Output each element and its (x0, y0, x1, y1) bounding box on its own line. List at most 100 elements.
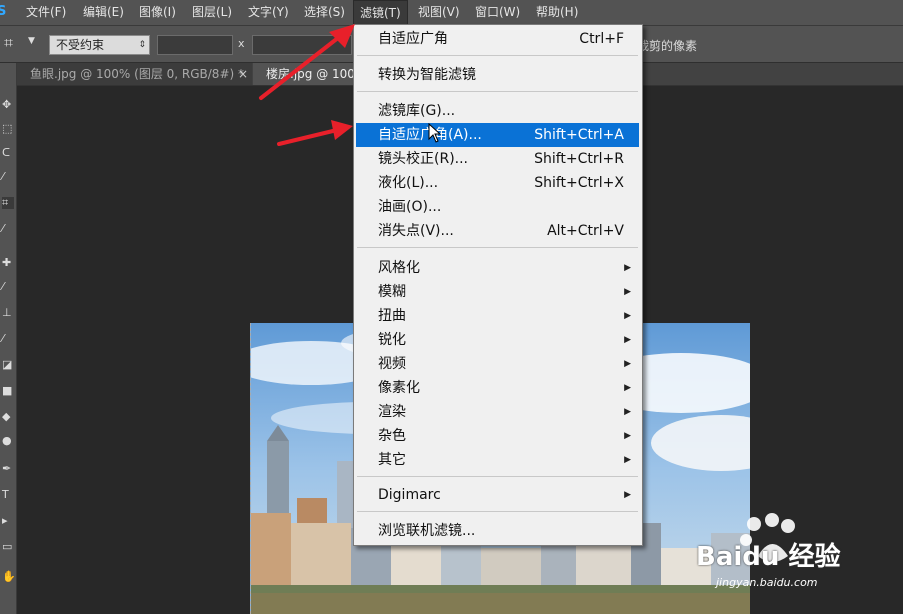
menu-edit[interactable]: 编辑(E) (83, 0, 124, 25)
menu-image[interactable]: 图像(I) (139, 0, 176, 25)
menu-item-label: 模糊 (378, 284, 406, 300)
menu-item-pixelate[interactable]: 像素化 ▶ (356, 376, 639, 400)
menu-item-label: 锐化 (378, 332, 406, 348)
menu-bar: S 文件(F) 编辑(E) 图像(I) 图层(L) 文字(Y) 选择(S) 滤镜… (0, 0, 903, 26)
menu-item-lens-correction[interactable]: 镜头校正(R)... Shift+Ctrl+R (356, 147, 639, 171)
menu-item-label: 视频 (378, 356, 406, 372)
menu-item-browse-filters-online[interactable]: 浏览联机滤镜... (356, 519, 639, 543)
menu-item-label: Digimarc (378, 487, 441, 503)
menu-type[interactable]: 文字(Y) (248, 0, 289, 25)
menu-item-label: 风格化 (378, 260, 420, 276)
ratio-value: 不受约束 (56, 38, 105, 52)
dodge-tool-icon[interactable]: ● (2, 435, 14, 447)
stamp-tool-icon[interactable]: ⊥ (2, 307, 14, 319)
submenu-arrow-icon: ▶ (624, 407, 631, 417)
crop-icon[interactable]: ⌗ (4, 34, 22, 52)
menu-item-shortcut: Ctrl+F (579, 31, 624, 47)
menu-item-label: 镜头校正(R)... (378, 151, 469, 167)
quick-select-tool-icon[interactable]: ⁄ (2, 171, 14, 183)
menu-item-video[interactable]: 视频 ▶ (356, 352, 639, 376)
delete-cropped-pixels-label[interactable]: 裁剪的像素 (637, 37, 697, 54)
gradient-tool-icon[interactable]: ■ (2, 385, 14, 397)
menu-window[interactable]: 窗口(W) (475, 0, 520, 25)
tab-fisheye[interactable]: 鱼眼.jpg @ 100% (图层 0, RGB/8#) * × (17, 63, 252, 85)
tab-fisheye-label: 鱼眼.jpg @ 100% (图层 0, RGB/8#) * (30, 67, 244, 81)
menu-layer[interactable]: 图层(L) (192, 0, 232, 25)
menu-item-last-filter[interactable]: 自适应广角 Ctrl+F (356, 27, 639, 51)
ratio-select[interactable]: 不受约束 ⇕ (49, 35, 150, 55)
marquee-tool-icon[interactable]: ⬚ (2, 123, 14, 135)
menu-item-label: 油画(O)... (378, 199, 442, 215)
menu-item-label: 杂色 (378, 428, 406, 444)
brush-tool-icon[interactable]: ⁄ (2, 281, 14, 293)
submenu-arrow-icon: ▶ (624, 263, 631, 273)
submenu-arrow-icon: ▶ (624, 287, 631, 297)
menu-item-other[interactable]: 其它 ▶ (356, 448, 639, 472)
menu-item-shortcut: Shift+Ctrl+R (534, 151, 624, 167)
baidu-jingyan-watermark: Baidu 经验 jingyan.baidu.com (692, 510, 897, 610)
menu-view[interactable]: 视图(V) (418, 0, 460, 25)
menu-file[interactable]: 文件(F) (26, 0, 66, 25)
menu-item-label: 自适应广角(A)... (378, 127, 482, 143)
healing-tool-icon[interactable]: ✚ (2, 257, 14, 269)
shape-tool-icon[interactable]: ▭ (2, 541, 14, 553)
menu-item-blur[interactable]: 模糊 ▶ (356, 280, 639, 304)
close-icon[interactable]: × (238, 63, 248, 85)
menu-item-label: 像素化 (378, 380, 420, 396)
watermark-url: jingyan.baidu.com (716, 576, 818, 589)
menu-item-shortcut: Shift+Ctrl+A (534, 127, 624, 143)
submenu-arrow-icon: ▶ (624, 455, 631, 465)
menu-item-render[interactable]: 渲染 ▶ (356, 400, 639, 424)
type-tool-icon[interactable]: T (2, 489, 14, 501)
pen-tool-icon[interactable]: ✒ (2, 463, 14, 475)
tab-building-label: 楼房.jpg @ 100% (266, 67, 367, 81)
blur-tool-icon[interactable]: ◆ (2, 411, 14, 423)
watermark-brand: Baidu 经验 (696, 542, 841, 572)
submenu-arrow-icon: ▶ (624, 431, 631, 441)
history-brush-tool-icon[interactable]: ⁄ (2, 333, 14, 345)
height-field[interactable] (252, 35, 352, 55)
menu-item-label: 自适应广角 (378, 31, 448, 47)
submenu-arrow-icon: ▶ (624, 383, 631, 393)
menu-item-liquify[interactable]: 液化(L)... Shift+Ctrl+X (356, 171, 639, 195)
tools-panel: ✥ ⬚ ᑕ ⁄ ⌗ ⁄ ✚ ⁄ ⊥ ⁄ ◪ ■ ◆ ● ✒ T ▸ ▭ ✋ (0, 63, 17, 614)
crop-tool-icon[interactable]: ⌗ (2, 197, 14, 209)
swap-x-label[interactable]: x (238, 37, 245, 50)
menu-help[interactable]: 帮助(H) (536, 0, 578, 25)
tool-preset-dropdown-icon[interactable]: ▼ (28, 36, 35, 46)
path-select-tool-icon[interactable]: ▸ (2, 515, 14, 527)
menu-item-adaptive-wide-angle[interactable]: 自适应广角(A)... Shift+Ctrl+A (356, 123, 639, 147)
menu-item-label: 液化(L)... (378, 175, 439, 191)
photoshop-logo-icon: S (0, 4, 7, 19)
menu-item-shortcut: Alt+Ctrl+V (547, 223, 624, 239)
menu-select[interactable]: 选择(S) (304, 0, 345, 25)
submenu-arrow-icon: ▶ (624, 311, 631, 321)
menu-item-convert-smart-filter[interactable]: 转换为智能滤镜 (356, 63, 639, 87)
menu-item-noise[interactable]: 杂色 ▶ (356, 424, 639, 448)
menu-item-label: 浏览联机滤镜... (378, 523, 476, 539)
menu-item-filter-gallery[interactable]: 滤镜库(G)... (356, 99, 639, 123)
hand-tool-icon[interactable]: ✋ (2, 571, 16, 583)
menu-item-oil-paint[interactable]: 油画(O)... (356, 195, 639, 219)
menu-item-stylize[interactable]: 风格化 ▶ (356, 256, 639, 280)
annotation-arrow-icon (277, 120, 353, 146)
lasso-tool-icon[interactable]: ᑕ (2, 147, 14, 159)
menu-filter[interactable]: 滤镜(T) (353, 0, 408, 25)
menu-item-vanishing-point[interactable]: 消失点(V)... Alt+Ctrl+V (356, 219, 639, 243)
submenu-arrow-icon: ▶ (624, 335, 631, 345)
menu-separator (357, 247, 638, 248)
menu-separator (357, 91, 638, 92)
eyedropper-tool-icon[interactable]: ⁄ (2, 223, 14, 235)
menu-separator (357, 476, 638, 477)
menu-item-digimarc[interactable]: Digimarc ▶ (356, 483, 639, 507)
eraser-tool-icon[interactable]: ◪ (2, 359, 14, 371)
menu-separator (357, 511, 638, 512)
spin-arrows-icon: ⇕ (138, 40, 146, 50)
menu-item-label: 渲染 (378, 404, 406, 420)
menu-item-label: 滤镜库(G)... (378, 103, 456, 119)
move-tool-icon[interactable]: ✥ (2, 99, 14, 111)
menu-item-distort[interactable]: 扭曲 ▶ (356, 304, 639, 328)
menu-item-label: 其它 (378, 452, 406, 468)
menu-item-sharpen[interactable]: 锐化 ▶ (356, 328, 639, 352)
width-field[interactable] (157, 35, 233, 55)
